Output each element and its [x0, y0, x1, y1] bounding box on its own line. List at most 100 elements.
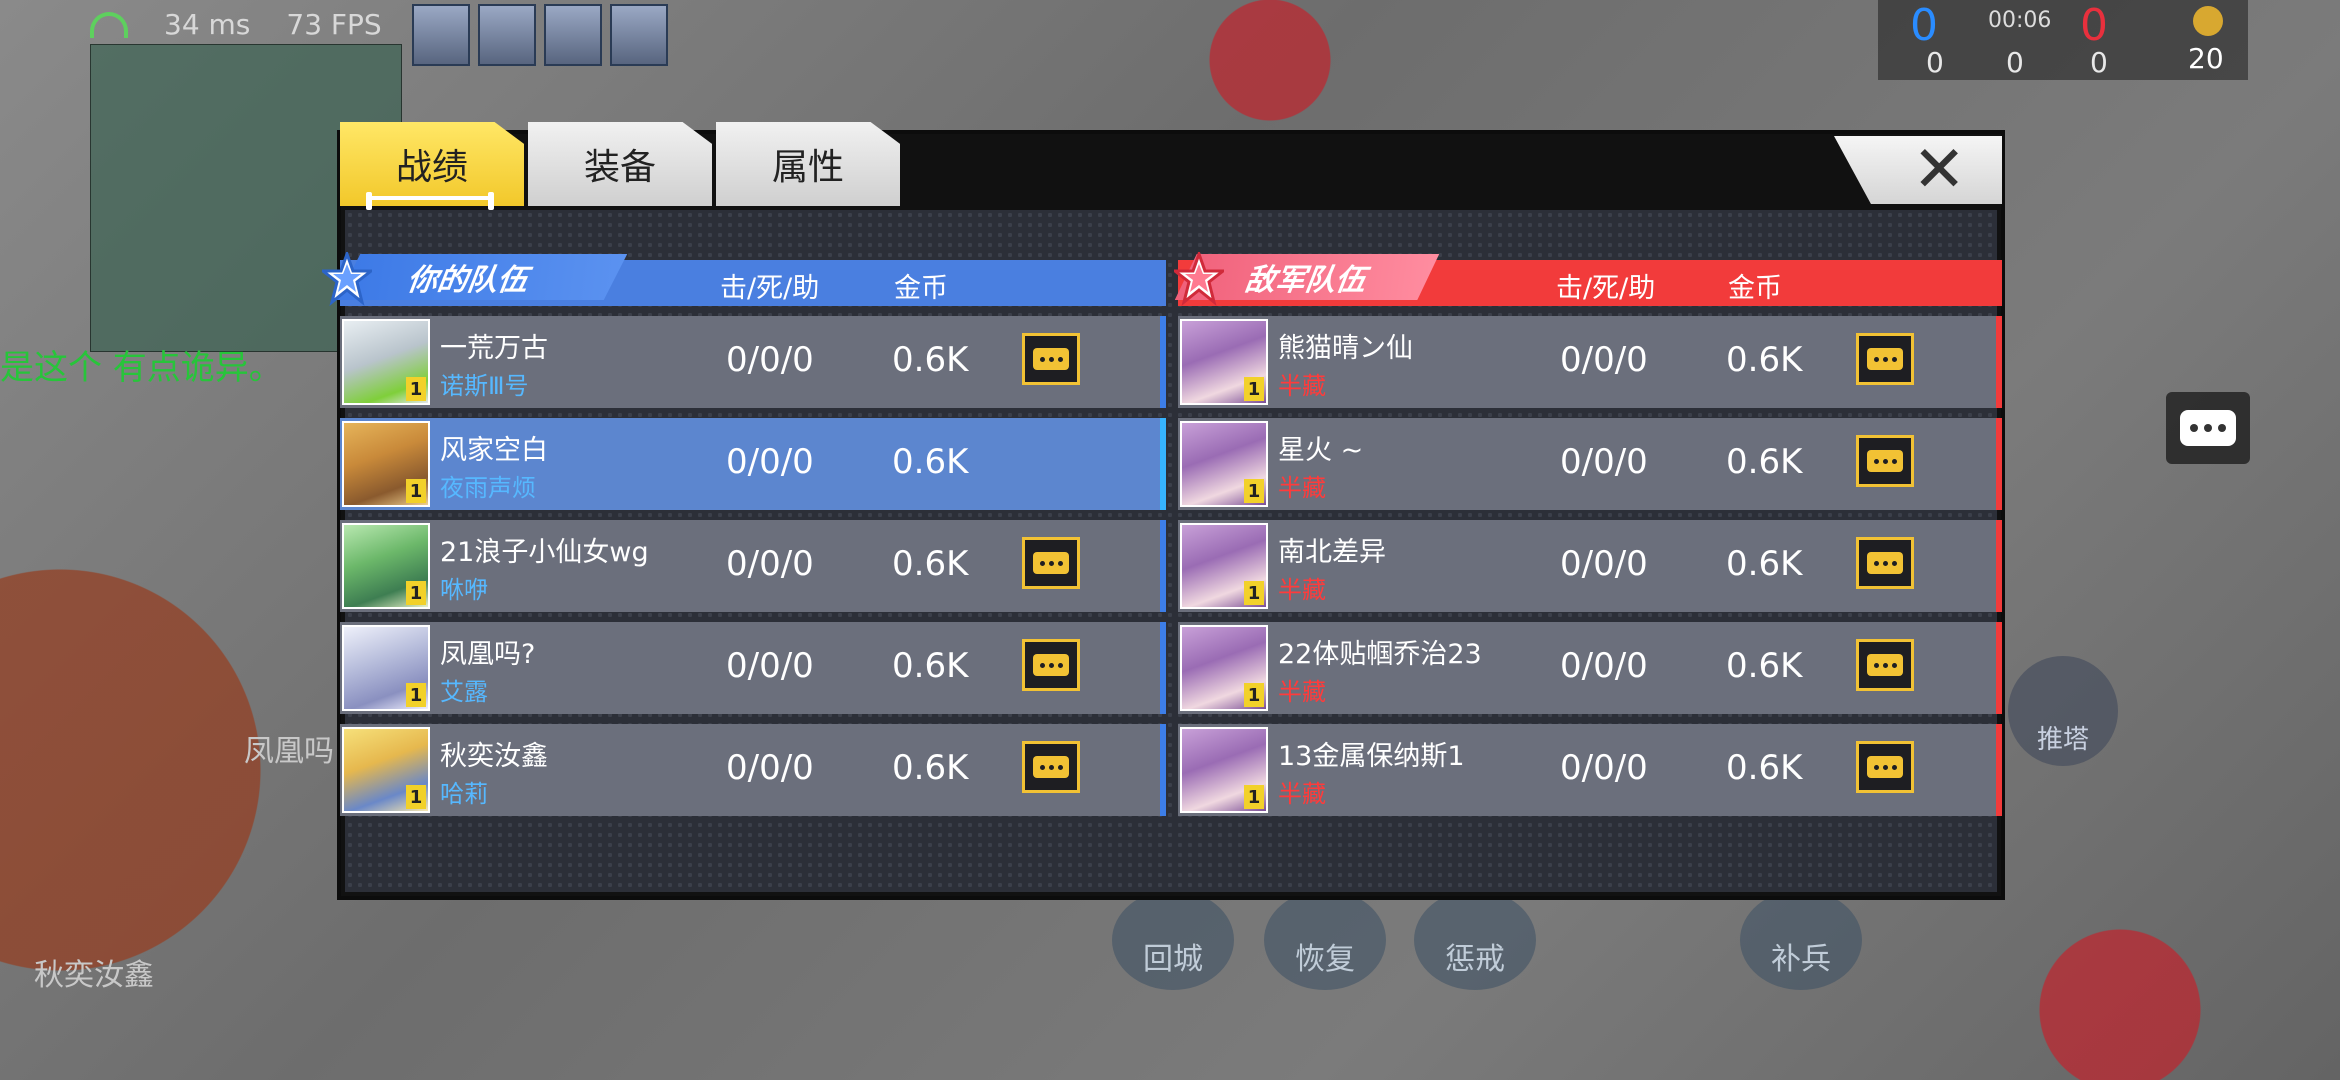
- hero-avatar: 1: [1180, 727, 1268, 813]
- player-name: 13金属保纳斯1: [1278, 741, 1465, 772]
- assists-stat: 0: [2090, 46, 2108, 79]
- chat-icon: [1033, 756, 1069, 778]
- hero-level-badge: 1: [1244, 377, 1264, 401]
- player-name: 风家空白: [440, 435, 548, 466]
- fps-text: 73 FPS: [286, 8, 382, 41]
- hero-name: 诺斯Ⅲ号: [440, 372, 529, 400]
- network-stats: 34 ms 73 FPS: [90, 8, 382, 41]
- chat-icon: [1867, 450, 1903, 472]
- enemy-player-row[interactable]: 1 熊猫晴ン仙 半藏 0/0/0 0.6K: [1178, 316, 2002, 408]
- hero-level-badge: 1: [1244, 479, 1264, 503]
- hero-level-badge: 1: [1244, 785, 1264, 809]
- chat-icon: [1867, 756, 1903, 778]
- player-kda: 0/0/0: [1560, 544, 1648, 584]
- unit-name-label: 秋奕汝鑫: [34, 958, 154, 993]
- blue-score: 0: [1910, 0, 1938, 51]
- red-score: 0: [2080, 0, 2108, 51]
- enemy-player-row[interactable]: 1 星火 ~ 半藏 0/0/0 0.6K: [1178, 418, 2002, 510]
- ally-player-row[interactable]: 1 秋奕汝鑫 哈莉 0/0/0 0.6K: [340, 724, 1166, 816]
- deaths-stat: 0: [2006, 46, 2024, 79]
- enemy-player-row[interactable]: 1 南北差异 半藏 0/0/0 0.6K: [1178, 520, 2002, 612]
- smite-skill-button[interactable]: 惩戒: [1414, 890, 1536, 990]
- chat-button[interactable]: [1022, 333, 1080, 385]
- hero-avatar: 1: [342, 421, 430, 507]
- player-kda: 0/0/0: [1560, 442, 1648, 482]
- row-edge: [1996, 622, 2002, 714]
- chat-button[interactable]: [1856, 741, 1914, 793]
- player-gold: 0.6K: [892, 646, 969, 686]
- chat-icon: [1867, 348, 1903, 370]
- enemy-kda-header: 击/死/助: [1556, 273, 1656, 304]
- hero-avatar: 1: [1180, 625, 1268, 711]
- hero-level-badge: 1: [406, 377, 426, 401]
- player-kda: 0/0/0: [726, 748, 814, 788]
- chat-icon: [1033, 552, 1069, 574]
- chat-message: 是这个 有点诡异。: [0, 348, 283, 388]
- player-gold: 0.6K: [892, 442, 969, 482]
- ally-gold-header: 金币: [894, 273, 948, 304]
- teammate-portrait: [412, 4, 470, 66]
- player-gold: 0.6K: [1726, 544, 1803, 584]
- chat-button[interactable]: [1856, 639, 1914, 691]
- ally-player-row[interactable]: 1 一荒万古 诺斯Ⅲ号 0/0/0 0.6K: [340, 316, 1166, 408]
- teammate-portrait: [544, 4, 602, 66]
- chat-button[interactable]: [1856, 333, 1914, 385]
- chat-button[interactable]: [1856, 435, 1914, 487]
- scoreboard-hud[interactable]: 0 00:06 0 0 0 0 20: [1878, 0, 2248, 80]
- ally-player-row[interactable]: 1 凤凰吗? 艾露 0/0/0 0.6K: [340, 622, 1166, 714]
- kills-stat: 0: [1926, 46, 1944, 79]
- hero-name: 半藏: [1278, 474, 1326, 502]
- unit-name-label: 凤凰吗: [244, 734, 334, 769]
- hero-name: 半藏: [1278, 576, 1326, 604]
- enemy-gold-header: 金币: [1728, 273, 1782, 304]
- hero-name: 艾露: [440, 678, 488, 706]
- star-icon: [1174, 252, 1224, 306]
- player-gold: 0.6K: [892, 544, 969, 584]
- chat-button[interactable]: [1022, 537, 1080, 589]
- tab-equipment[interactable]: 装备: [528, 122, 712, 206]
- teammate-portrait: [610, 4, 668, 66]
- recall-skill-button[interactable]: 回城: [1112, 890, 1234, 990]
- chat-button[interactable]: [2166, 392, 2250, 464]
- enemy-player-row[interactable]: 1 13金属保纳斯1 半藏 0/0/0 0.6K: [1178, 724, 2002, 816]
- chat-icon: [1867, 552, 1903, 574]
- last-hit-button[interactable]: 补兵: [1740, 890, 1862, 990]
- star-icon: [322, 252, 372, 306]
- chat-button[interactable]: [1022, 639, 1080, 691]
- tab-attributes[interactable]: 属性: [716, 122, 900, 206]
- hero-level-badge: 1: [1244, 581, 1264, 605]
- chat-bubble-icon: [2180, 410, 2236, 446]
- player-gold: 0.6K: [1726, 442, 1803, 482]
- chat-button[interactable]: [1856, 537, 1914, 589]
- row-edge: [1160, 520, 1166, 612]
- hero-avatar: 1: [342, 523, 430, 609]
- chat-button[interactable]: [1022, 741, 1080, 793]
- ally-player-row[interactable]: 1 21浪子小仙女wg 咻咿 0/0/0 0.6K: [340, 520, 1166, 612]
- ally-team-title: 你的队伍: [337, 254, 627, 300]
- close-icon: ✕: [1912, 133, 1966, 207]
- hero-name: 半藏: [1278, 780, 1326, 808]
- player-gold: 0.6K: [1726, 748, 1803, 788]
- ping-text: 34 ms: [164, 8, 251, 41]
- row-edge: [1160, 622, 1166, 714]
- player-kda: 0/0/0: [726, 544, 814, 584]
- player-name: 凤凰吗?: [440, 639, 536, 670]
- row-edge: [1996, 418, 2002, 510]
- row-edge: [1160, 418, 1166, 510]
- player-gold: 0.6K: [892, 748, 969, 788]
- heal-skill-button[interactable]: 恢复: [1264, 890, 1386, 990]
- player-name: 秋奕汝鑫: [440, 741, 548, 772]
- player-gold: 0.6K: [1726, 646, 1803, 686]
- player-gold: 0.6K: [1726, 340, 1803, 380]
- hero-name: 半藏: [1278, 372, 1326, 400]
- ally-player-row-self[interactable]: 1 风家空白 夜雨声烦 0/0/0 0.6K: [340, 418, 1166, 510]
- chat-icon: [1033, 654, 1069, 676]
- ally-team-header: 你的队伍 击/死/助 金币: [322, 252, 1166, 306]
- player-kda: 0/0/0: [726, 442, 814, 482]
- row-edge: [1160, 724, 1166, 816]
- push-tower-button[interactable]: 推塔: [2008, 656, 2118, 766]
- enemy-player-row[interactable]: 1 22体贴帼乔治23 半藏 0/0/0 0.6K: [1178, 622, 2002, 714]
- row-edge: [1996, 724, 2002, 816]
- hero-level-badge: 1: [406, 581, 426, 605]
- player-gold: 0.6K: [892, 340, 969, 380]
